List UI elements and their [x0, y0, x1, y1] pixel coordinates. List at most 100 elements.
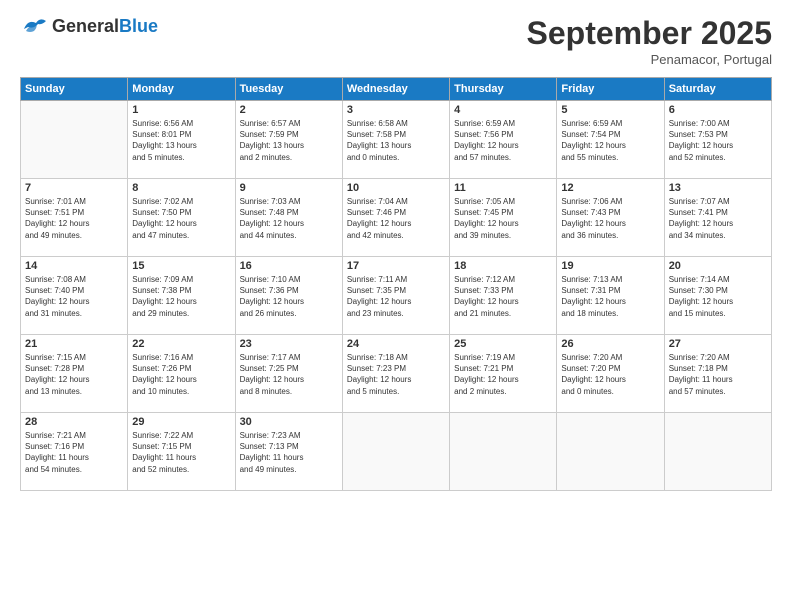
calendar-cell: 21 Sunrise: 7:15 AM Sunset: 7:28 PM Dayli…: [21, 335, 128, 413]
weekday-header-row: SundayMondayTuesdayWednesdayThursdayFrid…: [21, 78, 772, 101]
day-number: 1: [132, 104, 230, 116]
day-info: Sunrise: 6:57 AM Sunset: 7:59 PM Dayligh…: [240, 118, 338, 163]
page: GeneralBlue September 2025 Penamacor, Po…: [0, 0, 792, 612]
day-info: Sunrise: 6:58 AM Sunset: 7:58 PM Dayligh…: [347, 118, 445, 163]
day-info: Sunrise: 7:10 AM Sunset: 7:36 PM Dayligh…: [240, 274, 338, 319]
calendar-cell: [557, 413, 664, 491]
day-number: 12: [561, 182, 659, 194]
day-number: 5: [561, 104, 659, 116]
day-info: Sunrise: 7:02 AM Sunset: 7:50 PM Dayligh…: [132, 196, 230, 241]
day-info: Sunrise: 7:21 AM Sunset: 7:16 PM Dayligh…: [25, 430, 123, 475]
day-number: 17: [347, 260, 445, 272]
day-number: 21: [25, 338, 123, 350]
calendar-cell: 17 Sunrise: 7:11 AM Sunset: 7:35 PM Dayli…: [342, 257, 449, 335]
day-number: 9: [240, 182, 338, 194]
calendar-cell: 28Sunrise: 7:21 AM Sunset: 7:16 PM Dayli…: [21, 413, 128, 491]
calendar-cell: 4 Sunrise: 6:59 AM Sunset: 7:56 PM Daylig…: [450, 101, 557, 179]
weekday-header-sunday: Sunday: [21, 78, 128, 101]
day-info: Sunrise: 7:04 AM Sunset: 7:46 PM Dayligh…: [347, 196, 445, 241]
calendar-cell: 27 Sunrise: 7:20 AM Sunset: 7:18 PM Dayli…: [664, 335, 771, 413]
day-info: Sunrise: 7:00 AM Sunset: 7:53 PM Dayligh…: [669, 118, 767, 163]
day-info: Sunrise: 7:23 AM Sunset: 7:13 PM Dayligh…: [240, 430, 338, 475]
month-title: September 2025: [527, 15, 772, 52]
logo-general: General: [52, 16, 119, 36]
week-row-5: 28Sunrise: 7:21 AM Sunset: 7:16 PM Dayli…: [21, 413, 772, 491]
calendar-cell: 24Sunrise: 7:18 AM Sunset: 7:23 PM Dayli…: [342, 335, 449, 413]
calendar-cell: 14Sunrise: 7:08 AM Sunset: 7:40 PM Dayli…: [21, 257, 128, 335]
calendar-cell: 13Sunrise: 7:07 AM Sunset: 7:41 PM Dayli…: [664, 179, 771, 257]
logo-blue: Blue: [119, 16, 158, 36]
calendar-cell: 25Sunrise: 7:19 AM Sunset: 7:21 PM Dayli…: [450, 335, 557, 413]
day-number: 30: [240, 416, 338, 428]
day-number: 29: [132, 416, 230, 428]
day-number: 16: [240, 260, 338, 272]
logo-text: GeneralBlue: [52, 16, 158, 37]
week-row-1: 1 Sunrise: 6:56 AM Sunset: 8:01 PM Daylig…: [21, 101, 772, 179]
week-row-4: 21 Sunrise: 7:15 AM Sunset: 7:28 PM Dayli…: [21, 335, 772, 413]
day-number: 23: [240, 338, 338, 350]
subtitle: Penamacor, Portugal: [527, 52, 772, 67]
weekday-header-saturday: Saturday: [664, 78, 771, 101]
calendar-cell: 29Sunrise: 7:22 AM Sunset: 7:15 PM Dayli…: [128, 413, 235, 491]
day-number: 22: [132, 338, 230, 350]
day-info: Sunrise: 6:56 AM Sunset: 8:01 PM Dayligh…: [132, 118, 230, 163]
calendar-cell: 20 Sunrise: 7:14 AM Sunset: 7:30 PM Dayli…: [664, 257, 771, 335]
day-info: Sunrise: 7:15 AM Sunset: 7:28 PM Dayligh…: [25, 352, 123, 397]
day-number: 27: [669, 338, 767, 350]
calendar-table: SundayMondayTuesdayWednesdayThursdayFrid…: [20, 77, 772, 491]
calendar-cell: 19 Sunrise: 7:13 AM Sunset: 7:31 PM Dayli…: [557, 257, 664, 335]
header: GeneralBlue September 2025 Penamacor, Po…: [20, 15, 772, 67]
day-info: Sunrise: 7:01 AM Sunset: 7:51 PM Dayligh…: [25, 196, 123, 241]
day-info: Sunrise: 7:14 AM Sunset: 7:30 PM Dayligh…: [669, 274, 767, 319]
calendar-cell: 16 Sunrise: 7:10 AM Sunset: 7:36 PM Dayli…: [235, 257, 342, 335]
calendar-cell: 22Sunrise: 7:16 AM Sunset: 7:26 PM Dayli…: [128, 335, 235, 413]
day-info: Sunrise: 7:05 AM Sunset: 7:45 PM Dayligh…: [454, 196, 552, 241]
day-number: 25: [454, 338, 552, 350]
calendar-cell: [21, 101, 128, 179]
day-info: Sunrise: 7:20 AM Sunset: 7:20 PM Dayligh…: [561, 352, 659, 397]
calendar-cell: 1 Sunrise: 6:56 AM Sunset: 8:01 PM Daylig…: [128, 101, 235, 179]
calendar-cell: 7 Sunrise: 7:01 AM Sunset: 7:51 PM Daylig…: [21, 179, 128, 257]
day-number: 24: [347, 338, 445, 350]
day-number: 18: [454, 260, 552, 272]
calendar-cell: 30 Sunrise: 7:23 AM Sunset: 7:13 PM Dayli…: [235, 413, 342, 491]
day-number: 6: [669, 104, 767, 116]
day-info: Sunrise: 6:59 AM Sunset: 7:54 PM Dayligh…: [561, 118, 659, 163]
day-number: 20: [669, 260, 767, 272]
calendar-cell: 12 Sunrise: 7:06 AM Sunset: 7:43 PM Dayli…: [557, 179, 664, 257]
day-number: 15: [132, 260, 230, 272]
calendar-cell: 23Sunrise: 7:17 AM Sunset: 7:25 PM Dayli…: [235, 335, 342, 413]
calendar-cell: 10 Sunrise: 7:04 AM Sunset: 7:46 PM Dayli…: [342, 179, 449, 257]
calendar-cell: [664, 413, 771, 491]
calendar-cell: [342, 413, 449, 491]
calendar-cell: 5 Sunrise: 6:59 AM Sunset: 7:54 PM Daylig…: [557, 101, 664, 179]
title-block: September 2025 Penamacor, Portugal: [527, 15, 772, 67]
calendar-cell: 26Sunrise: 7:20 AM Sunset: 7:20 PM Dayli…: [557, 335, 664, 413]
day-number: 4: [454, 104, 552, 116]
weekday-header-thursday: Thursday: [450, 78, 557, 101]
week-row-2: 7 Sunrise: 7:01 AM Sunset: 7:51 PM Daylig…: [21, 179, 772, 257]
week-row-3: 14Sunrise: 7:08 AM Sunset: 7:40 PM Dayli…: [21, 257, 772, 335]
day-number: 8: [132, 182, 230, 194]
calendar-cell: [450, 413, 557, 491]
day-info: Sunrise: 7:11 AM Sunset: 7:35 PM Dayligh…: [347, 274, 445, 319]
day-info: Sunrise: 7:03 AM Sunset: 7:48 PM Dayligh…: [240, 196, 338, 241]
weekday-header-monday: Monday: [128, 78, 235, 101]
day-info: Sunrise: 7:06 AM Sunset: 7:43 PM Dayligh…: [561, 196, 659, 241]
day-info: Sunrise: 7:12 AM Sunset: 7:33 PM Dayligh…: [454, 274, 552, 319]
weekday-header-friday: Friday: [557, 78, 664, 101]
calendar-cell: 18 Sunrise: 7:12 AM Sunset: 7:33 PM Dayli…: [450, 257, 557, 335]
day-info: Sunrise: 7:07 AM Sunset: 7:41 PM Dayligh…: [669, 196, 767, 241]
calendar-cell: 3 Sunrise: 6:58 AM Sunset: 7:58 PM Daylig…: [342, 101, 449, 179]
day-info: Sunrise: 7:13 AM Sunset: 7:31 PM Dayligh…: [561, 274, 659, 319]
day-number: 11: [454, 182, 552, 194]
day-number: 7: [25, 182, 123, 194]
calendar-cell: 9 Sunrise: 7:03 AM Sunset: 7:48 PM Daylig…: [235, 179, 342, 257]
day-number: 3: [347, 104, 445, 116]
day-number: 19: [561, 260, 659, 272]
day-info: Sunrise: 6:59 AM Sunset: 7:56 PM Dayligh…: [454, 118, 552, 163]
weekday-header-wednesday: Wednesday: [342, 78, 449, 101]
day-info: Sunrise: 7:20 AM Sunset: 7:18 PM Dayligh…: [669, 352, 767, 397]
day-number: 10: [347, 182, 445, 194]
calendar-cell: 15Sunrise: 7:09 AM Sunset: 7:38 PM Dayli…: [128, 257, 235, 335]
